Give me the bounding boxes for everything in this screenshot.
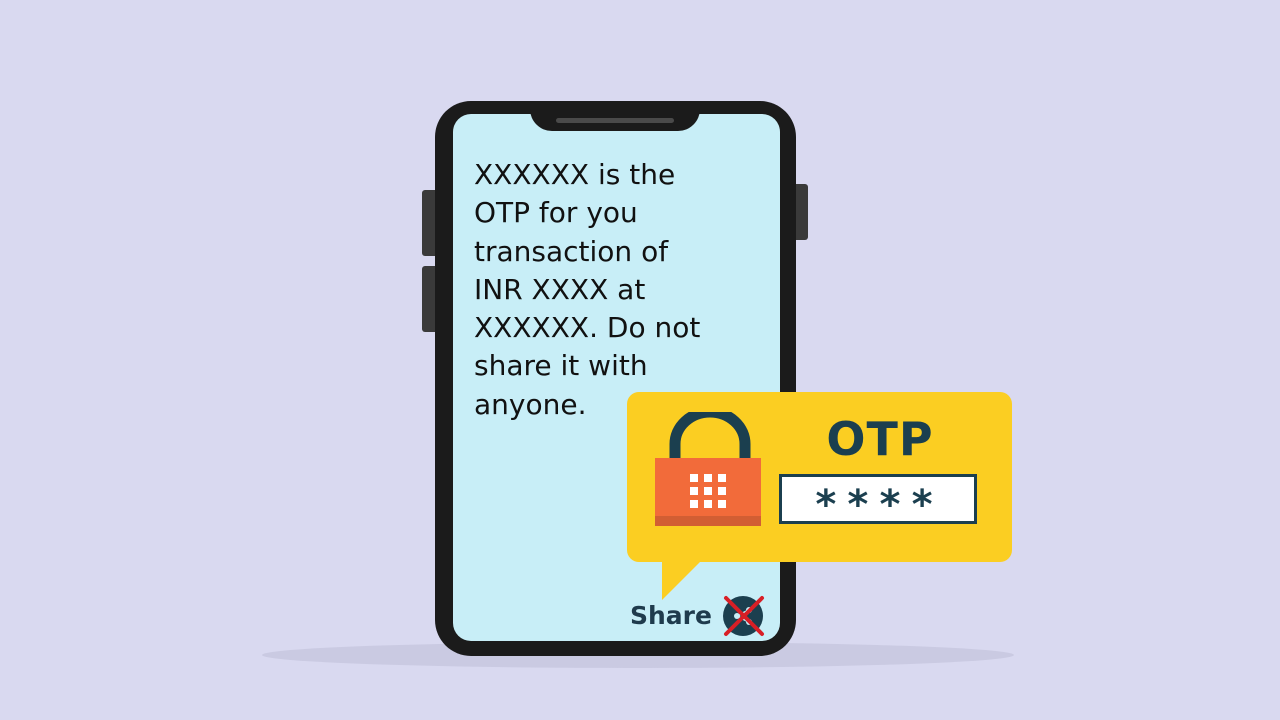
phone-notch: [530, 101, 700, 131]
share-label: Share: [630, 600, 712, 630]
otp-sms-message: XXXXXX is the OTP for you transaction of…: [474, 158, 701, 421]
otp-title: OTP: [826, 412, 934, 466]
share-row: Share: [630, 595, 712, 635]
otp-masked-value: ****: [813, 482, 943, 528]
padlock-icon: [655, 412, 761, 526]
share-blocked-icon[interactable]: [718, 594, 772, 638]
otp-masked-field: ****: [779, 474, 977, 528]
phone-speaker: [556, 118, 674, 123]
